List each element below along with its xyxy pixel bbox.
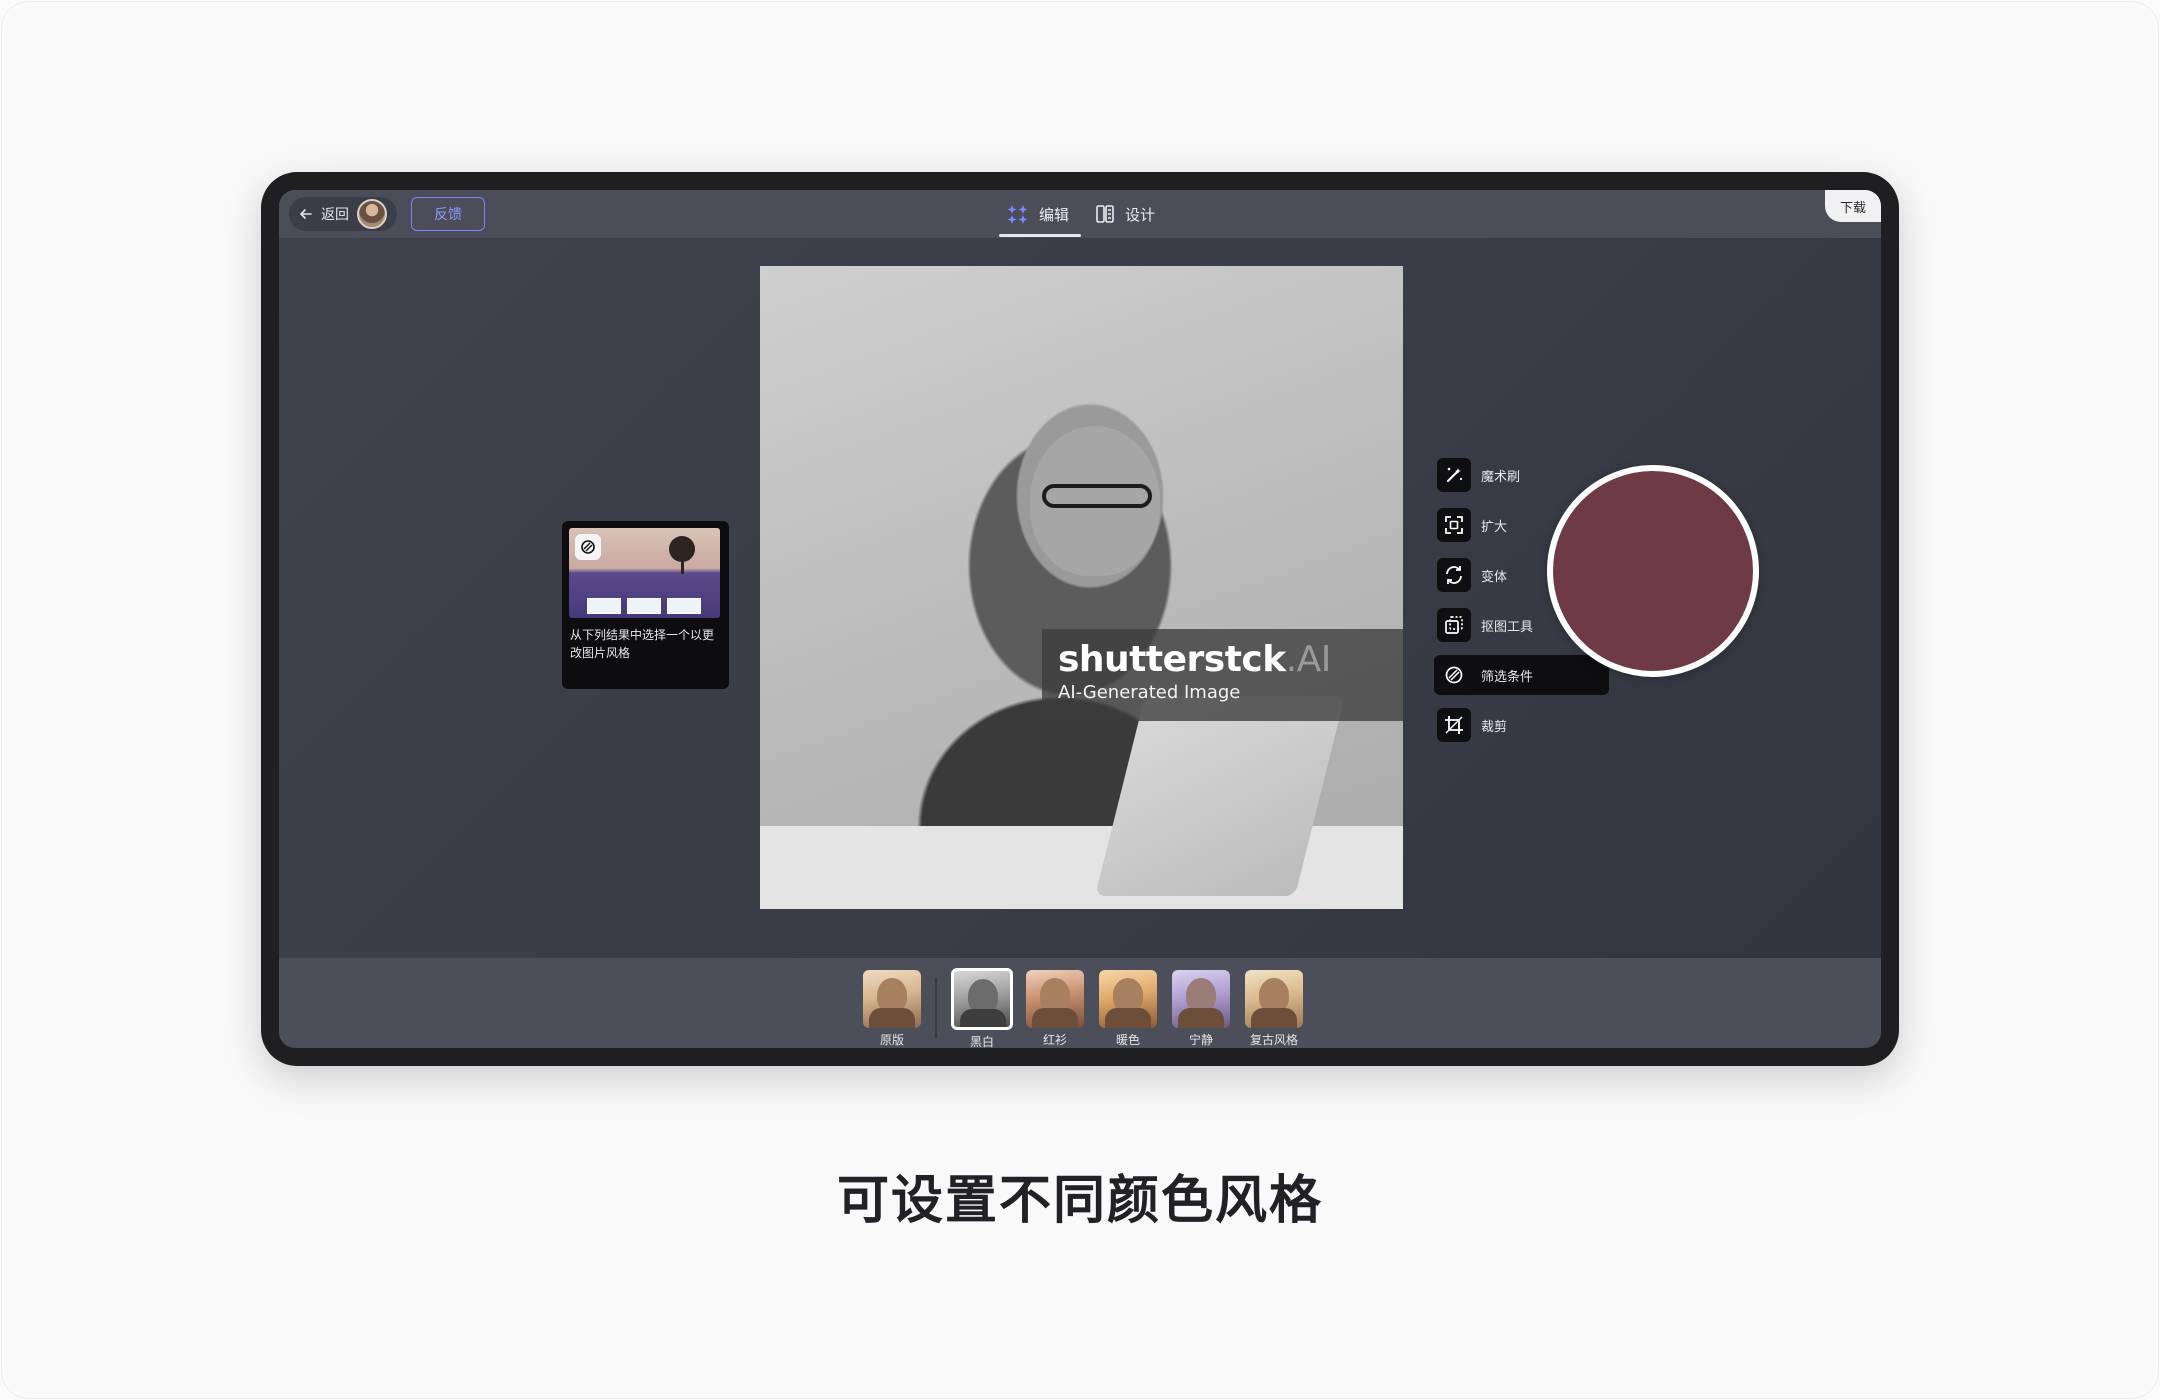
- app-screen: 返回 反馈 编辑 设计 下载 shutterstck.AI AI-Generat…: [279, 190, 1881, 1048]
- popup-mini-1: [587, 598, 621, 614]
- tool-filter[interactable]: 筛选条件: [1434, 655, 1609, 695]
- popup-mini-2: [627, 598, 661, 614]
- filter-thumbnail: [951, 968, 1013, 1030]
- panels-icon: [1096, 205, 1114, 223]
- mode-tabs: 编辑 设计: [279, 190, 1881, 238]
- tab-edit[interactable]: 编辑: [1007, 190, 1069, 238]
- tool-label: 魔术刷: [1481, 469, 1521, 485]
- filter-thumbnail: [863, 970, 921, 1028]
- style-hint-popup: 从下列结果中选择一个以更改图片风格: [562, 521, 729, 689]
- tool-crop[interactable]: 裁剪: [1434, 705, 1609, 745]
- filter-label: 复古风格: [1249, 1033, 1298, 1047]
- filter-label: 黑白: [969, 1035, 994, 1048]
- tool-label: 扩大: [1481, 519, 1508, 535]
- variation-icon: [1437, 558, 1471, 592]
- download-button[interactable]: 下载: [1825, 190, 1881, 222]
- filter-thumbnail: [1172, 970, 1230, 1028]
- active-tab-indicator: [999, 234, 1081, 237]
- color-swatch: [1547, 465, 1759, 677]
- filter-calm[interactable]: 宁静: [1170, 970, 1232, 1048]
- top-bar: 返回 反馈 编辑 设计 下载: [279, 190, 1881, 238]
- filter-red[interactable]: 红衫: [1024, 970, 1086, 1048]
- tablet-device: 返回 反馈 编辑 设计 下载 shutterstck.AI AI-Generat…: [261, 172, 1899, 1066]
- filter-icon: [575, 534, 601, 560]
- filter-label: 暖色: [1115, 1033, 1140, 1047]
- tool-label: 筛选条件: [1481, 669, 1534, 685]
- tab-edit-label: 编辑: [1039, 205, 1070, 224]
- tool-label: 裁剪: [1481, 719, 1508, 735]
- filter-retro[interactable]: 复古风格: [1243, 970, 1305, 1048]
- tool-label: 抠图工具: [1481, 619, 1534, 635]
- filter-bw[interactable]: 黑白: [951, 968, 1013, 1048]
- expand-icon: [1437, 508, 1471, 542]
- popup-tree-trunk: [681, 558, 684, 574]
- watermark-subtitle: AI-Generated Image: [1058, 682, 1241, 703]
- filter-original[interactable]: 原版: [861, 970, 923, 1048]
- filter-thumbnail: [1099, 970, 1157, 1028]
- watermark-overlay: shutterstck.AI AI-Generated Image: [1042, 629, 1403, 721]
- filter-label: 红衫: [1042, 1033, 1067, 1047]
- main-photo[interactable]: shutterstck.AI AI-Generated Image: [760, 266, 1403, 909]
- tool-label: 变体: [1481, 569, 1508, 585]
- photo-subject-glasses: [1042, 484, 1152, 508]
- filter-thumbnail: [1026, 970, 1084, 1028]
- watermark-brand-name: shutterstck: [1058, 639, 1286, 680]
- cutout-icon: [1437, 608, 1471, 642]
- watermark-brand-ai: .AI: [1285, 639, 1332, 680]
- filter-label: 宁静: [1188, 1033, 1213, 1047]
- filter-icon: [1437, 658, 1471, 692]
- tab-design-label: 设计: [1125, 205, 1156, 224]
- popup-mini-3: [667, 598, 701, 614]
- filter-thumbnail: [1245, 970, 1303, 1028]
- magic-brush-icon: [1437, 458, 1471, 492]
- sparkle-grid-icon: [1007, 205, 1028, 224]
- crop-icon: [1437, 708, 1471, 742]
- filter-warm[interactable]: 暖色: [1097, 970, 1159, 1048]
- popup-text: 从下列结果中选择一个以更改图片风格: [570, 628, 715, 660]
- page-caption: 可设置不同颜色风格: [836, 1171, 1323, 1231]
- filter-strip: 原版 黑白 红衫 暖色 宁静 复古风格: [279, 958, 1881, 1048]
- strip-divider: [935, 978, 937, 1038]
- filter-label: 原版: [879, 1033, 904, 1047]
- tab-design[interactable]: 设计: [1095, 190, 1155, 238]
- watermark-brand: shutterstck.AI: [1058, 639, 1387, 680]
- tool-magic-brush[interactable]: 魔术刷: [1434, 455, 1609, 495]
